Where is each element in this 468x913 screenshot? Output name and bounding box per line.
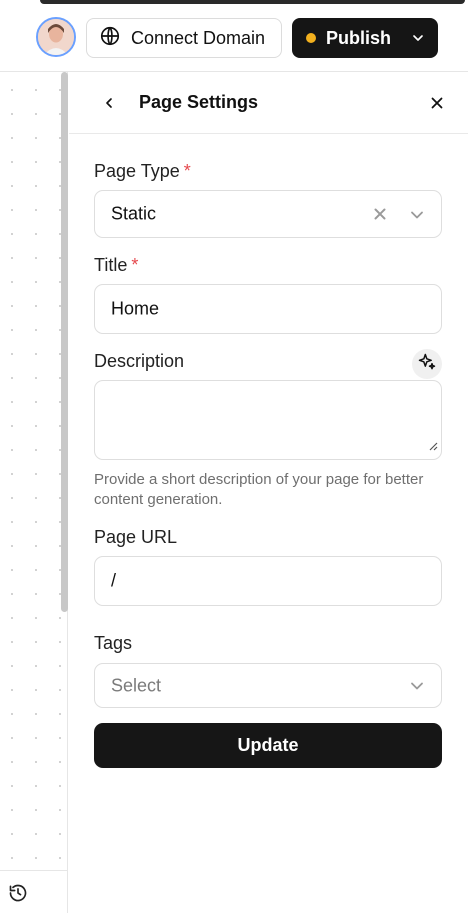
chevron-down-icon[interactable] [407,205,427,230]
connect-domain-label: Connect Domain [131,27,266,48]
description-help-text: Provide a short description of your page… [94,471,424,508]
required-mark: * [183,161,191,181]
clear-x-icon[interactable] [371,205,389,228]
back-chevron-icon[interactable] [101,95,117,116]
page-type-label-text: Page Type [94,161,180,181]
history-bar [0,870,68,913]
title-label: Title * [94,255,138,276]
tags-placeholder: Select [111,675,162,695]
avatar-image [38,19,74,55]
canvas-area [0,72,68,870]
resize-grip-icon[interactable] [428,435,438,456]
page-url-input[interactable]: / [94,556,442,606]
ai-generate-button[interactable] [412,349,442,379]
update-button[interactable]: Update [94,723,442,768]
tags-label: Tags [94,633,133,653]
top-bar: Connect Domain Publish [0,0,468,72]
globe-icon [99,25,121,52]
history-icon[interactable] [8,883,28,908]
publish-button[interactable]: Publish [292,18,438,58]
page-type-select[interactable]: Static [94,190,442,238]
title-label-text: Title [94,255,128,275]
description-label: Description [94,351,185,371]
publish-status-dot [306,33,316,43]
description-textarea[interactable] [94,380,442,460]
chevron-down-icon[interactable] [410,30,426,51]
chevron-down-icon[interactable] [407,676,427,701]
page-url-label: Page URL [94,527,178,547]
page-type-label: Page Type * [94,161,191,182]
page-type-value: Static [111,203,157,224]
close-icon[interactable] [428,94,446,117]
canvas-scrollbar[interactable] [61,72,68,612]
publish-label: Publish [326,27,392,48]
panel-header: Page Settings [69,73,468,134]
required-mark: * [131,255,139,275]
sparkle-icon [417,352,437,377]
title-input[interactable]: Home [94,284,442,334]
page-settings-panel: Page Settings Page Type * Static Title * H… [69,73,468,913]
panel-title: Page Settings [139,92,259,112]
tags-select[interactable]: Select [94,663,442,708]
page-url-value: / [111,570,117,591]
connect-domain-button[interactable]: Connect Domain [86,18,282,58]
avatar[interactable] [36,17,76,57]
title-value: Home [111,298,160,319]
